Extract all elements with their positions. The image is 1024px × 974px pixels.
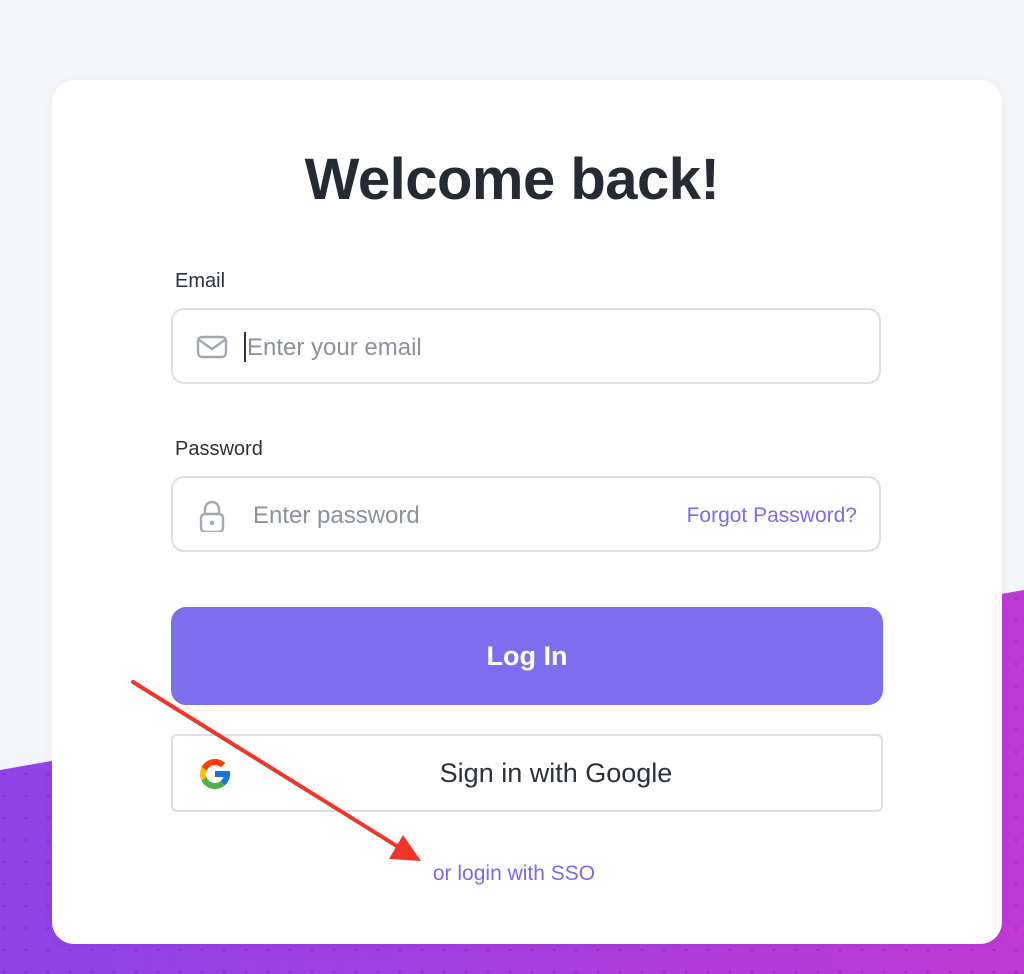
sso-login-link[interactable]: or login with SSO	[0, 862, 1024, 886]
page-title: Welcome back!	[304, 147, 720, 212]
sso-login-label: or login with SSO	[432, 862, 596, 885]
password-label: Password	[175, 438, 263, 460]
login-button[interactable]: Log In	[171, 607, 883, 705]
forgot-password-link[interactable]: Forgot Password?	[687, 504, 857, 528]
lock-icon	[199, 500, 225, 532]
email-label: Email	[175, 270, 226, 292]
password-field[interactable]: Enter password Forgot Password?	[171, 476, 881, 552]
email-input[interactable]: Enter your email	[247, 334, 422, 362]
login-page: Welcome back! Email Enter your email Pas…	[0, 0, 1024, 974]
mail-icon	[196, 335, 228, 359]
google-signin-label: Sign in with Google	[439, 758, 673, 788]
text-cursor	[244, 332, 246, 362]
google-signin-button[interactable]: Sign in with Google	[171, 734, 883, 812]
password-input[interactable]: Enter password	[253, 502, 420, 530]
email-field[interactable]: Enter your email	[171, 308, 881, 384]
